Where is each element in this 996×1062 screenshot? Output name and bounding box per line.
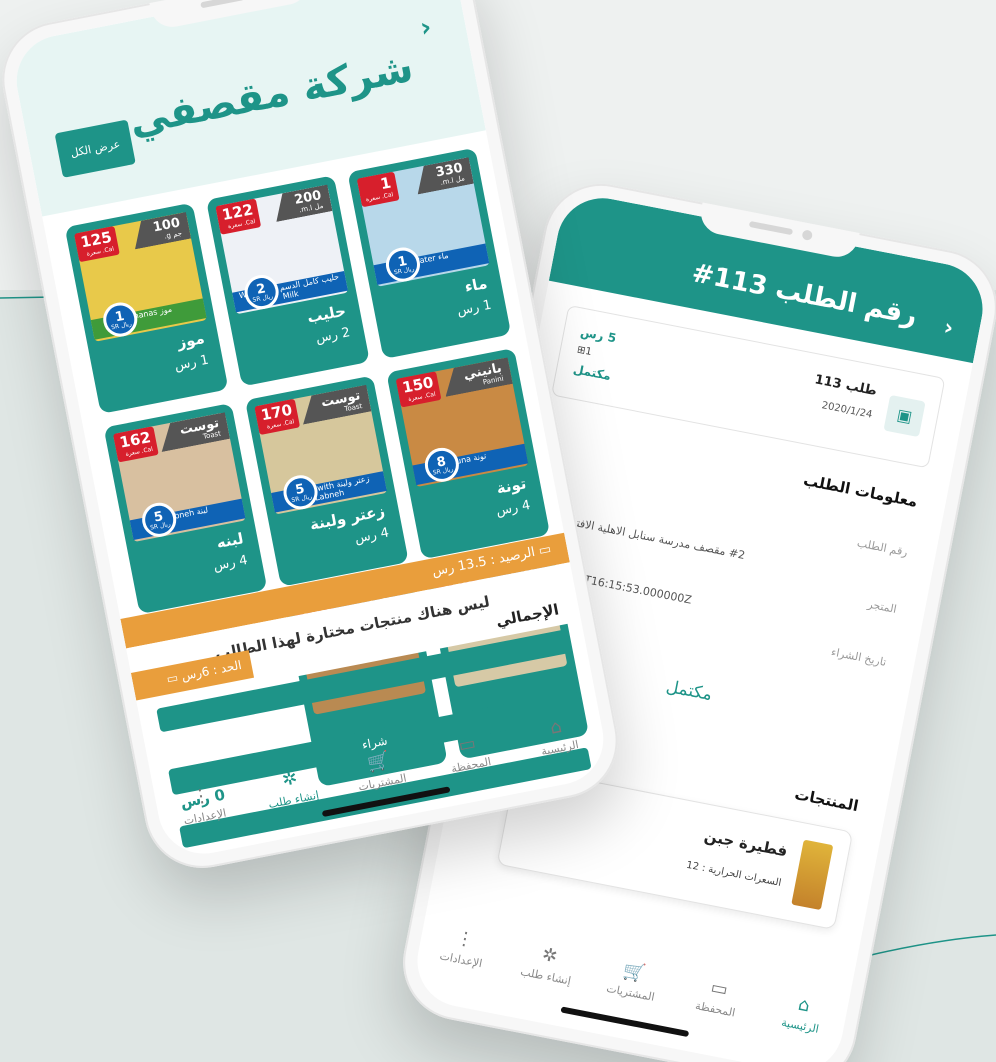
product-price: 4 رس bbox=[494, 497, 532, 520]
back-chevron-icon[interactable]: › bbox=[942, 315, 956, 341]
tab-home[interactable]: ⌂ الرئيسية bbox=[760, 987, 846, 1040]
product-price: 1 رس bbox=[455, 297, 493, 319]
tab-create-order[interactable]: ✲ إنشاء طلب bbox=[505, 938, 591, 991]
price-badge-unit: ريال SR bbox=[252, 293, 274, 304]
order-status: مكتمل bbox=[572, 362, 613, 384]
order-number-label: رقم الطلب bbox=[855, 536, 909, 559]
price-badge-unit: ريال SR bbox=[110, 320, 133, 332]
tab-purchases[interactable]: 🛒 المشتريات bbox=[590, 954, 676, 1007]
camera bbox=[801, 229, 814, 241]
product-card[interactable]: 1 Cal. سعرة 330 مل m.l. ماء Water 1 ريال SR ماء… bbox=[347, 147, 512, 360]
product-price: 1 رس bbox=[173, 352, 211, 374]
price-badge-unit: ريال SR bbox=[393, 265, 416, 277]
price-badge-unit: ريال SR bbox=[149, 520, 172, 532]
product-name: موز bbox=[175, 329, 207, 352]
order-quantity: ⊞1 bbox=[576, 344, 593, 358]
cart-icon: 🛒 bbox=[621, 959, 648, 985]
wallet-icon: ▭ bbox=[708, 976, 730, 1001]
tab-settings[interactable]: ⋮ الإعدادات bbox=[420, 921, 506, 974]
tab-label: المحفظة bbox=[694, 999, 737, 1020]
tab-label: الرئيسية bbox=[780, 1015, 820, 1036]
product-name: لبنه bbox=[215, 529, 245, 553]
back-chevron-icon[interactable]: › bbox=[418, 12, 434, 43]
money-icon: ▣ bbox=[883, 394, 926, 438]
store-label: المتجر bbox=[866, 597, 898, 616]
card-icon: ▭ bbox=[165, 670, 180, 687]
product-name: حليب bbox=[305, 301, 348, 327]
tab-label: الإعدادات bbox=[438, 949, 484, 971]
order-date: 2020/1/24 bbox=[820, 400, 874, 421]
product-card[interactable]: 150 Cal. سعرة بانيني Panini تونة Tuna 8 ريال S… bbox=[386, 347, 551, 560]
order-qty-value: 1 bbox=[584, 346, 593, 359]
product-calories: السعرات الحرارية : 12 bbox=[685, 859, 783, 889]
products-heading: المنتجات bbox=[793, 785, 860, 816]
price-badge-unit: ريال SR bbox=[432, 465, 454, 477]
purchase-date-label: تاريخ الشراء bbox=[830, 645, 888, 669]
view-all-button[interactable]: عرض الكل bbox=[54, 119, 137, 178]
order-info-heading: معلومات الطلب bbox=[801, 471, 920, 511]
price-badge-unit: ريال SR bbox=[290, 493, 313, 505]
limit-text: الحد : 6رس bbox=[180, 657, 243, 684]
speaker bbox=[200, 0, 245, 9]
page-title: رقم الطلب 113# bbox=[689, 258, 920, 332]
wallet-card-icon: ▭ bbox=[533, 541, 553, 560]
product-price: 4 رس bbox=[212, 552, 249, 575]
product-card[interactable]: 125 Cal. سعرة 100 جم g. موز Bananas 1 ريال SR م… bbox=[64, 202, 229, 414]
calorie-unit: Cal. سعرة bbox=[365, 191, 394, 204]
product-card[interactable]: 122Cal. سعرة200مل m.l.حليب كامل الدسم Wh… bbox=[206, 175, 370, 387]
product-image bbox=[791, 839, 834, 911]
product-name: تونة bbox=[494, 474, 528, 498]
product-name: فطيرة جبن bbox=[702, 826, 789, 861]
order-price: 5 رس bbox=[579, 324, 618, 346]
product-card[interactable]: 170Cal. سعرةتوستToastزعتر ولبنة Za'atar … bbox=[244, 375, 409, 587]
tab-wallet[interactable]: ▭ المحفظة bbox=[675, 971, 761, 1024]
page-title: شركة مقصفي bbox=[125, 44, 417, 145]
product-card[interactable]: 162 Cal. سعرة توست Toast لبنة Labneh 5 ريال SR… bbox=[103, 402, 268, 615]
home-icon: ⌂ bbox=[796, 993, 812, 1017]
calorie-value: 1 bbox=[378, 173, 393, 194]
home-indicator bbox=[560, 1006, 690, 1038]
more-icon: ⋮ bbox=[454, 927, 476, 952]
product-name: ماء bbox=[463, 274, 489, 297]
speaker bbox=[748, 220, 794, 236]
product-price: 2 رس bbox=[314, 325, 352, 347]
product-price: 4 رس bbox=[353, 525, 391, 547]
order-name: طلب 113 bbox=[813, 372, 879, 400]
